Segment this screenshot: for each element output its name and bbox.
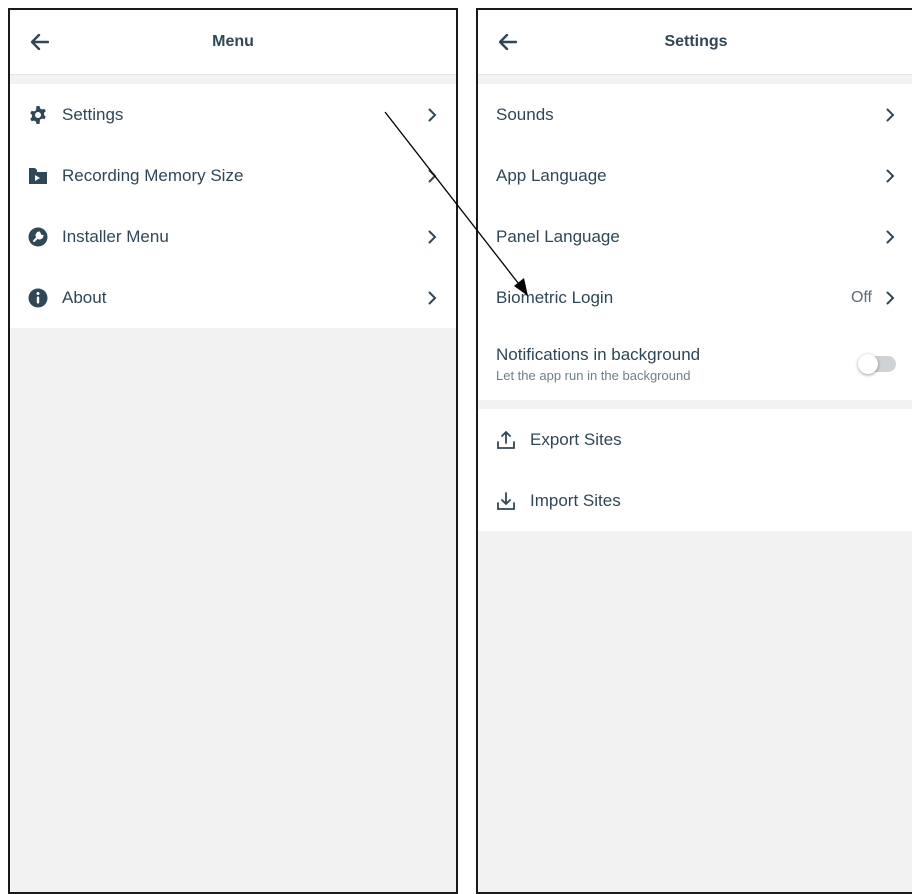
notifications-label: Notifications in background xyxy=(496,345,701,364)
chevron-right-icon xyxy=(884,169,896,183)
settings-list: Sounds App Language Panel Language Biome… xyxy=(478,84,912,400)
chevron-right-icon xyxy=(884,291,896,305)
arrow-left-icon xyxy=(31,34,49,50)
back-button[interactable] xyxy=(28,30,52,54)
chevron-right-icon xyxy=(426,230,438,244)
page-title: Settings xyxy=(664,33,728,50)
biometric-login-value: Off xyxy=(850,288,872,306)
settings-item-label: Panel Language xyxy=(496,226,620,246)
notifications-text: Notifications in background Let the app … xyxy=(496,345,860,383)
chevron-right-icon xyxy=(426,169,438,183)
settings-item-panel-language[interactable]: Panel Language xyxy=(478,206,912,267)
download-icon xyxy=(496,491,516,511)
settings-item-label: Sounds xyxy=(496,104,554,124)
menu-item-label: Recording Memory Size xyxy=(62,165,244,185)
sites-actions: Export Sites Import Sites xyxy=(478,409,912,531)
chevron-right-icon xyxy=(884,230,896,244)
settings-item-app-language[interactable]: App Language xyxy=(478,145,912,206)
info-icon xyxy=(28,288,48,308)
menu-item-label: Settings xyxy=(62,104,124,124)
menu-item-installer-menu[interactable]: Installer Menu xyxy=(10,206,456,267)
menu-screen: Menu Settings Recording Memory Size Inst… xyxy=(8,8,458,894)
settings-header: Settings xyxy=(478,10,912,75)
settings-item-biometric-login[interactable]: Biometric Login Off xyxy=(478,267,912,328)
upload-icon xyxy=(496,430,516,450)
import-sites-label: Import Sites xyxy=(530,490,621,510)
menu-item-label: Installer Menu xyxy=(62,226,169,246)
export-sites-label: Export Sites xyxy=(530,429,622,449)
toggle-knob xyxy=(858,354,878,374)
notifications-sublabel: Let the app run in the background xyxy=(496,368,691,383)
import-sites-button[interactable]: Import Sites xyxy=(478,470,912,531)
chevron-right-icon xyxy=(426,108,438,122)
menu-list: Settings Recording Memory Size Installer… xyxy=(10,84,456,328)
menu-item-settings[interactable]: Settings xyxy=(10,84,456,145)
back-button[interactable] xyxy=(496,30,520,54)
menu-item-about[interactable]: About xyxy=(10,267,456,328)
arrow-left-icon xyxy=(499,34,517,50)
folder-play-icon xyxy=(28,166,48,186)
wrench-icon xyxy=(28,227,48,247)
settings-item-label: Biometric Login xyxy=(496,287,614,307)
settings-item-notifications: Notifications in background Let the app … xyxy=(478,328,912,400)
chevron-right-icon xyxy=(884,108,896,122)
menu-header: Menu xyxy=(10,10,456,75)
export-sites-button[interactable]: Export Sites xyxy=(478,409,912,470)
settings-item-label: App Language xyxy=(496,165,607,185)
notifications-toggle[interactable] xyxy=(858,354,896,374)
menu-item-recording-memory-size[interactable]: Recording Memory Size xyxy=(10,145,456,206)
settings-item-sounds[interactable]: Sounds xyxy=(478,84,912,145)
settings-screen: Settings Sounds App Language Panel Langu… xyxy=(476,8,912,894)
page-title: Menu xyxy=(212,33,254,50)
gear-icon xyxy=(28,105,48,125)
chevron-right-icon xyxy=(426,291,438,305)
menu-item-label: About xyxy=(62,287,107,307)
